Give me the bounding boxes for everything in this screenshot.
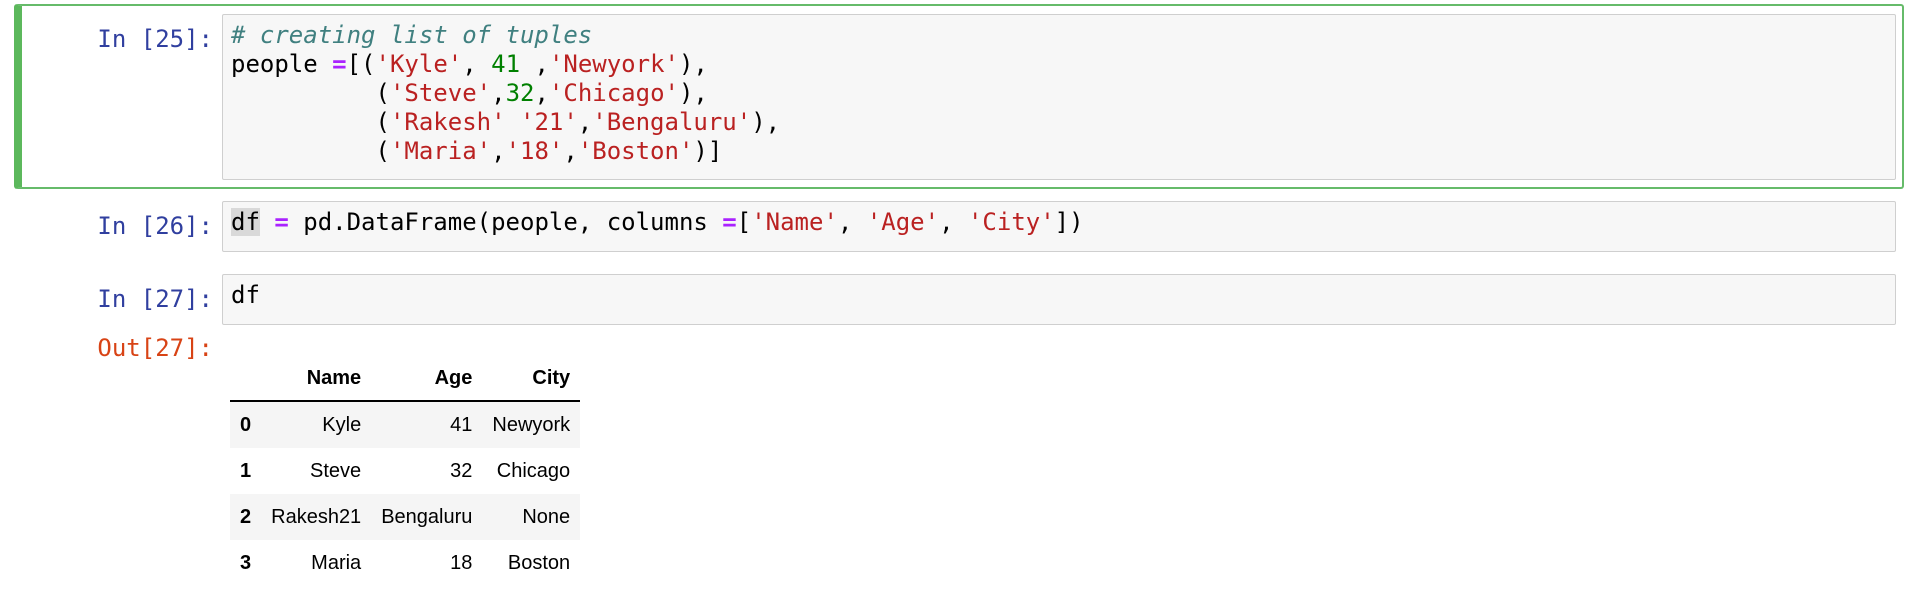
code-token: ( xyxy=(231,108,390,136)
code-token: = xyxy=(274,208,289,236)
cell-age: Bengaluru xyxy=(381,505,473,528)
code-token: 'Kyle' xyxy=(375,50,463,78)
cell-city: Boston xyxy=(507,551,571,574)
code-token: ]) xyxy=(1054,208,1084,236)
column-header-age: Age xyxy=(371,356,483,402)
code-token: , xyxy=(534,79,549,107)
code-token: , xyxy=(520,50,549,78)
input-prompt: In [26]: xyxy=(97,212,213,240)
cell-city: None xyxy=(522,505,571,528)
output-prompt: Out[27]: xyxy=(97,334,213,362)
code-token: 'Newyork' xyxy=(548,50,679,78)
code-token: , xyxy=(491,79,506,107)
column-header-index xyxy=(230,356,262,402)
column-header-city: City xyxy=(482,356,581,402)
table-row: 0 Kyle 41 Newyork xyxy=(230,401,581,448)
cell-city: Chicago xyxy=(496,459,571,482)
code-token: ), xyxy=(678,50,708,78)
code-token: , xyxy=(939,208,968,236)
code-editor[interactable]: df xyxy=(231,281,260,310)
code-token: , xyxy=(491,137,506,165)
input-prompt: In [25]: xyxy=(97,25,213,53)
cell-age: 32 xyxy=(450,459,473,482)
code-token: 'Age' xyxy=(866,208,940,236)
code-token: 32 xyxy=(505,79,535,107)
code-token: , xyxy=(577,108,593,136)
code-token: 'Bengaluru' xyxy=(592,108,752,136)
cell-name: Steve xyxy=(310,459,362,482)
code-token: 'Name' xyxy=(751,208,838,236)
code-token: [( xyxy=(346,50,376,78)
cell-name: Rakesh21 xyxy=(271,505,362,528)
cell-age: 18 xyxy=(450,551,473,574)
code-input-area[interactable]: df xyxy=(222,274,1896,325)
code-token: 'Rakesh' xyxy=(389,108,506,136)
code-token: 41 xyxy=(491,50,521,78)
code-token: 'City' xyxy=(967,208,1055,236)
code-token: 'Boston' xyxy=(577,137,694,165)
code-token: df xyxy=(231,208,260,236)
table-row: 1 Steve 32 Chicago xyxy=(230,448,580,494)
code-input-area[interactable]: df = pd.DataFrame(people, columns =['Nam… xyxy=(222,201,1896,252)
cell-name: Maria xyxy=(311,551,362,574)
code-token: ( xyxy=(231,79,390,107)
code-token: , xyxy=(563,137,578,165)
cell-city: Newyork xyxy=(492,413,571,436)
row-index: 3 xyxy=(240,551,252,574)
code-token: ), xyxy=(678,79,708,107)
dataframe-output: Name Age City 0 Kyle 41 Newyork 1 Steve … xyxy=(230,356,581,586)
code-editor[interactable]: # creating list of tuples people =[('Kyl… xyxy=(231,21,780,166)
code-token: pd.DataFrame(people, columns xyxy=(288,208,723,236)
code-token: df xyxy=(231,281,260,309)
code-editor[interactable]: df = pd.DataFrame(people, columns =['Nam… xyxy=(231,208,1084,237)
code-token: 'Maria' xyxy=(389,137,492,165)
table-header-row: Name Age City xyxy=(230,356,581,402)
code-input-area[interactable]: # creating list of tuples people =[('Kyl… xyxy=(222,14,1896,180)
code-token: , xyxy=(837,208,867,236)
row-index: 0 xyxy=(240,413,252,436)
code-token: = xyxy=(332,50,347,78)
cell-name: Kyle xyxy=(322,413,362,436)
column-header-name: Name xyxy=(261,356,372,402)
code-token: [ xyxy=(736,208,752,236)
code-token: people xyxy=(231,50,333,78)
code-token: 'Steve' xyxy=(389,79,492,107)
input-prompt: In [27]: xyxy=(97,285,213,313)
cell-age: 41 xyxy=(450,413,473,436)
code-token: '21' xyxy=(520,108,578,136)
code-token: # creating list of tuples xyxy=(231,21,593,49)
code-token: ( xyxy=(231,137,390,165)
code-token: )] xyxy=(693,137,723,165)
row-index: 1 xyxy=(240,459,252,482)
code-token: 'Chicago' xyxy=(548,79,679,107)
code-token: , xyxy=(462,50,492,78)
table-row: 3 Maria 18 Boston xyxy=(230,540,580,586)
code-token: ), xyxy=(751,108,781,136)
row-index: 2 xyxy=(240,505,252,528)
code-token: = xyxy=(722,208,737,236)
code-token: '18' xyxy=(505,137,564,165)
table-row: 2 Rakesh21 Bengaluru None xyxy=(230,494,581,540)
